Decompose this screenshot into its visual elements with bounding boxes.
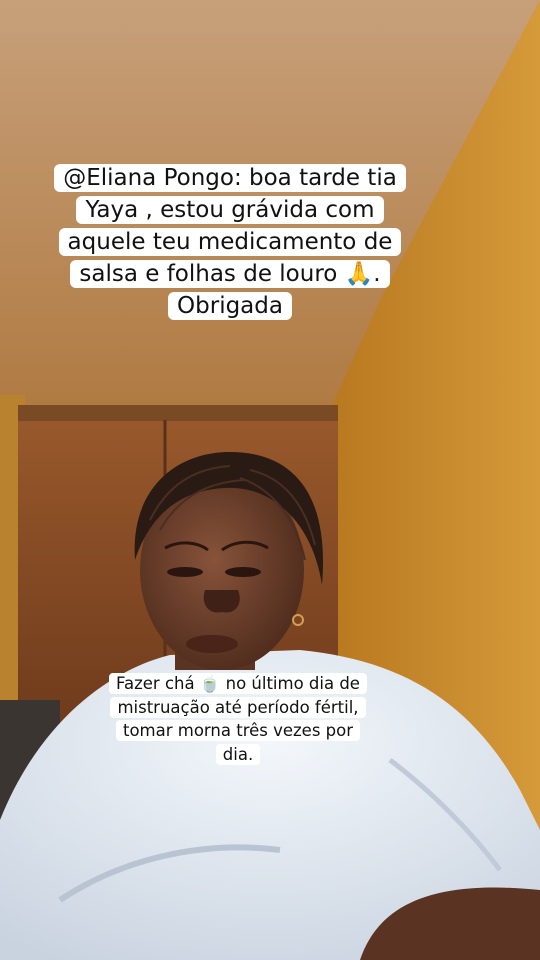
instruction-caption-text: Fazer chá 🍵 no último dia de mistruação … [109, 673, 367, 765]
instruction-caption: Fazer chá 🍵 no último dia de mistruação … [100, 672, 376, 766]
selfie-video-frame [0, 0, 540, 960]
room-background [0, 0, 540, 960]
comment-caption-text: @Eliana Pongo: boa tarde tia Yaya , esto… [54, 164, 406, 320]
comment-reply-caption: @Eliana Pongo: boa tarde tia Yaya , esto… [40, 162, 420, 322]
